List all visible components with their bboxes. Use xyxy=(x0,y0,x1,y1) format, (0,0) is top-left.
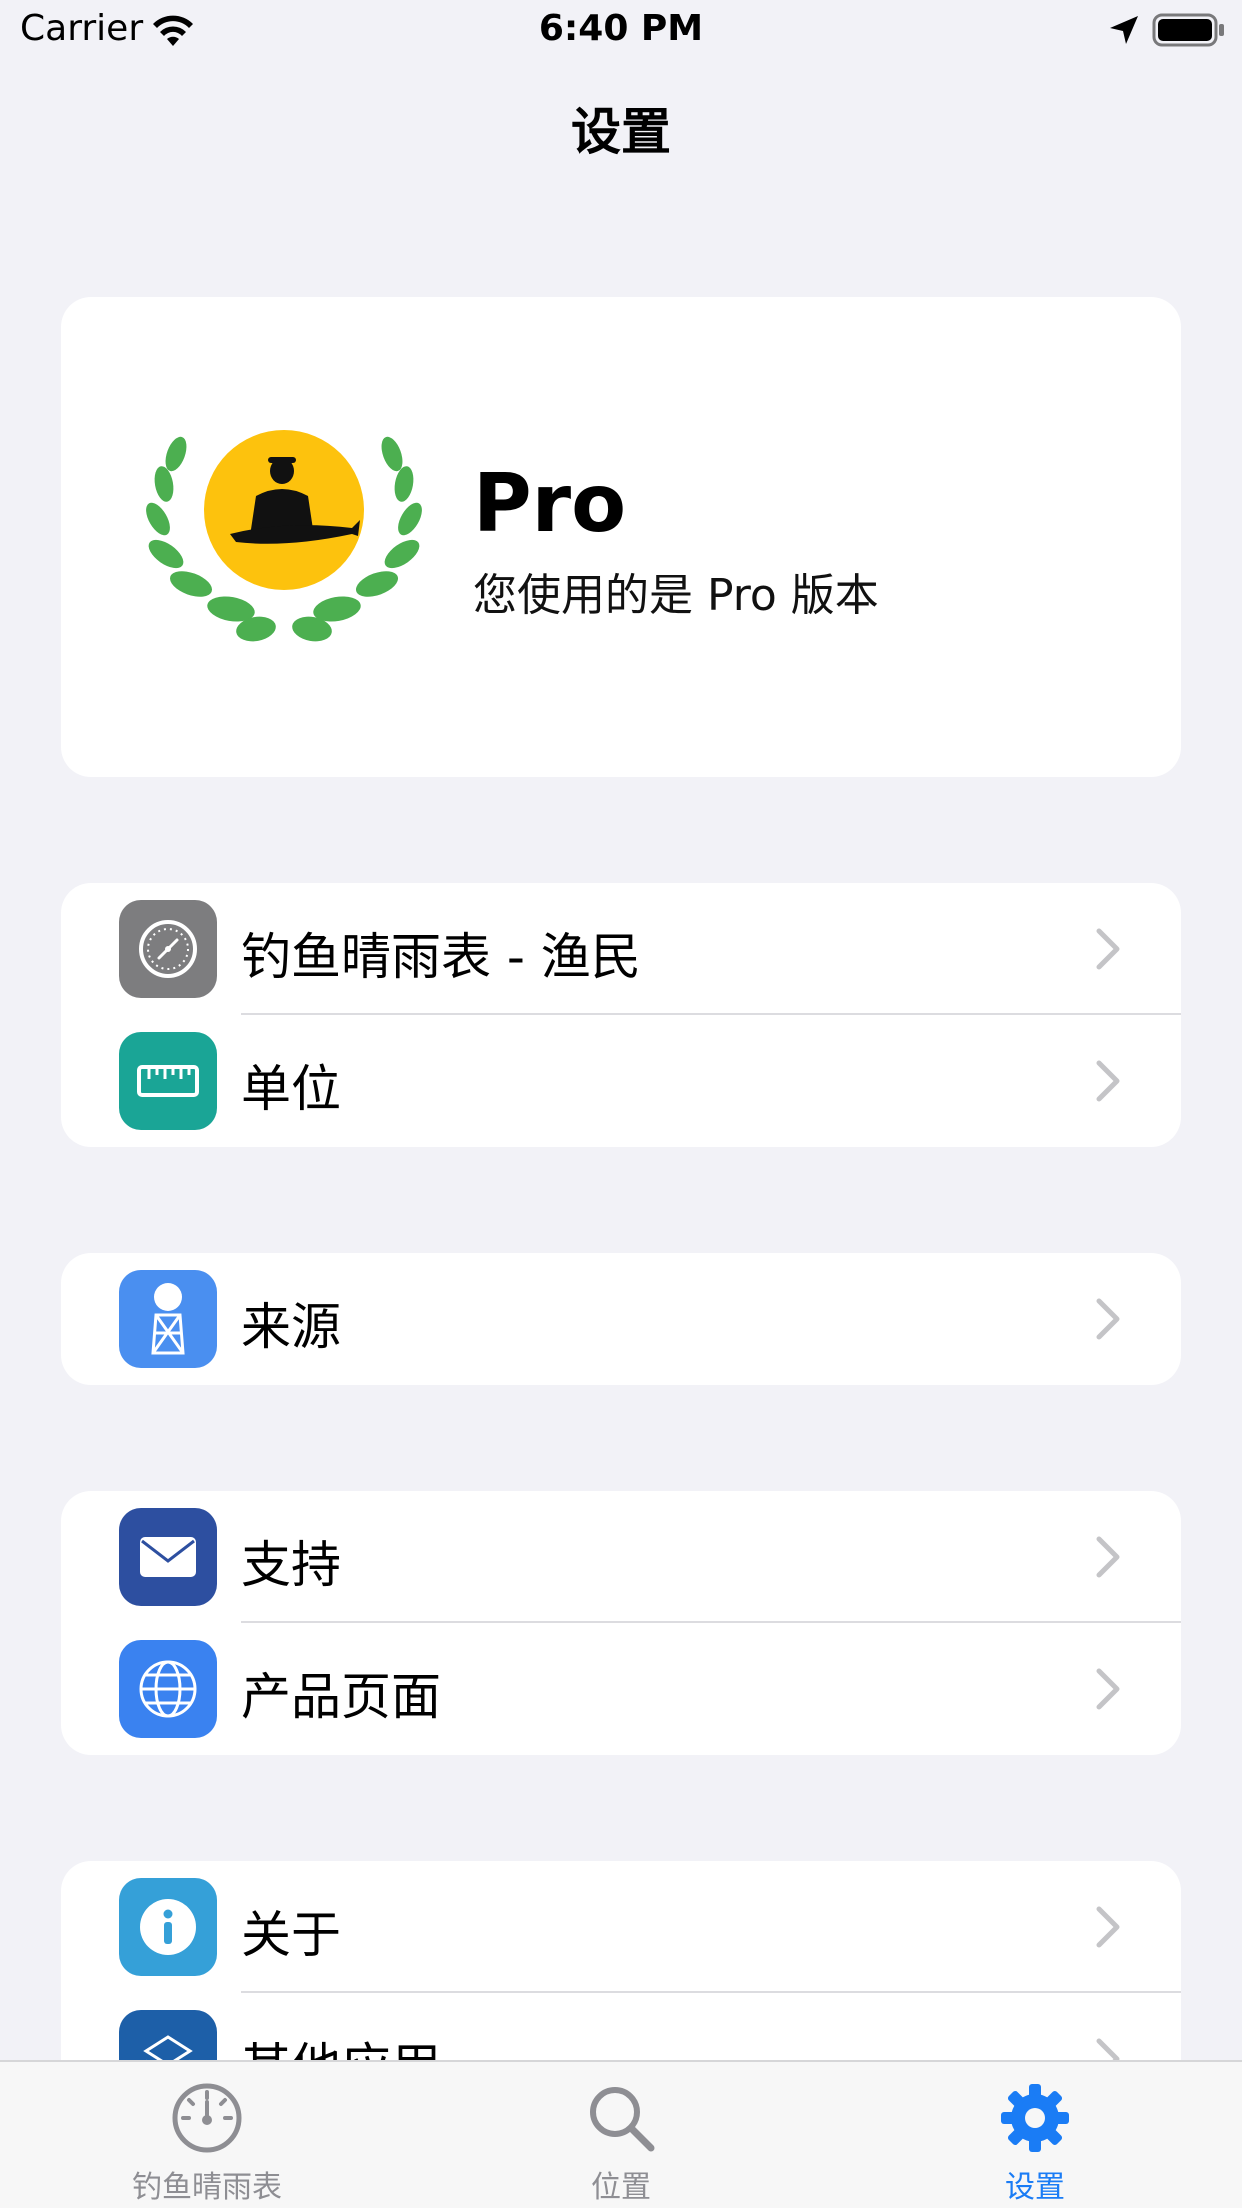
chevron-right-icon xyxy=(1096,1298,1120,1340)
chevron-right-icon xyxy=(1096,1906,1120,1948)
barometer-icon xyxy=(119,900,217,998)
tab-settings[interactable]: 设置 xyxy=(828,2062,1242,2208)
gauge-icon xyxy=(172,2083,242,2153)
row-source[interactable]: 来源 xyxy=(61,1253,1181,1385)
pro-title: Pro xyxy=(473,457,627,550)
ruler-icon xyxy=(119,1032,217,1130)
row-label: 关于 xyxy=(241,1906,341,1964)
row-barometer[interactable]: 钓鱼晴雨表 - 渔民 xyxy=(61,883,1181,1015)
tab-bar: 钓鱼晴雨表 位置 设置 xyxy=(0,2060,1242,2208)
status-bar: Carrier 6:40 PM xyxy=(0,0,1242,60)
settings-group-app: 钓鱼晴雨表 - 渔民 单位 xyxy=(61,883,1181,1147)
status-time: 6:40 PM xyxy=(538,8,704,49)
row-label: 钓鱼晴雨表 - 渔民 xyxy=(241,928,641,986)
info-icon xyxy=(119,1878,217,1976)
fisherman-laurel-logo xyxy=(146,430,422,642)
chevron-right-icon xyxy=(1096,1060,1120,1102)
pro-subtitle: 您使用的是 Pro 版本 xyxy=(473,570,879,621)
tab-barometer[interactable]: 钓鱼晴雨表 xyxy=(0,2062,414,2208)
tab-label: 钓鱼晴雨表 xyxy=(132,2170,282,2205)
chevron-right-icon xyxy=(1096,1536,1120,1578)
settings-group-support: 支持 产品页面 xyxy=(61,1491,1181,1755)
page-title: 设置 xyxy=(571,103,671,161)
pro-status-card[interactable]: Pro 您使用的是 Pro 版本 xyxy=(61,297,1181,777)
row-label: 产品页面 xyxy=(241,1668,441,1726)
mail-icon xyxy=(119,1508,217,1606)
gear-icon xyxy=(1001,2084,1069,2152)
chevron-right-icon xyxy=(1096,1668,1120,1710)
battery-icon xyxy=(1152,13,1224,47)
search-icon xyxy=(590,2087,655,2152)
settings-group-source: 来源 xyxy=(61,1253,1181,1385)
row-support[interactable]: 支持 xyxy=(61,1491,1181,1623)
row-label: 支持 xyxy=(241,1536,341,1594)
row-about[interactable]: 关于 xyxy=(61,1861,1181,1993)
row-product-page[interactable]: 产品页面 xyxy=(61,1623,1181,1755)
weather-station-icon xyxy=(119,1270,217,1368)
row-label: 单位 xyxy=(241,1060,341,1118)
globe-icon xyxy=(119,1640,217,1738)
tab-label: 设置 xyxy=(1005,2170,1065,2205)
tab-location[interactable]: 位置 xyxy=(414,2062,828,2208)
row-units[interactable]: 单位 xyxy=(61,1015,1181,1147)
location-arrow-icon xyxy=(1110,16,1138,44)
tab-label: 位置 xyxy=(591,2170,651,2205)
row-label: 来源 xyxy=(241,1298,341,1356)
chevron-right-icon xyxy=(1096,928,1120,970)
